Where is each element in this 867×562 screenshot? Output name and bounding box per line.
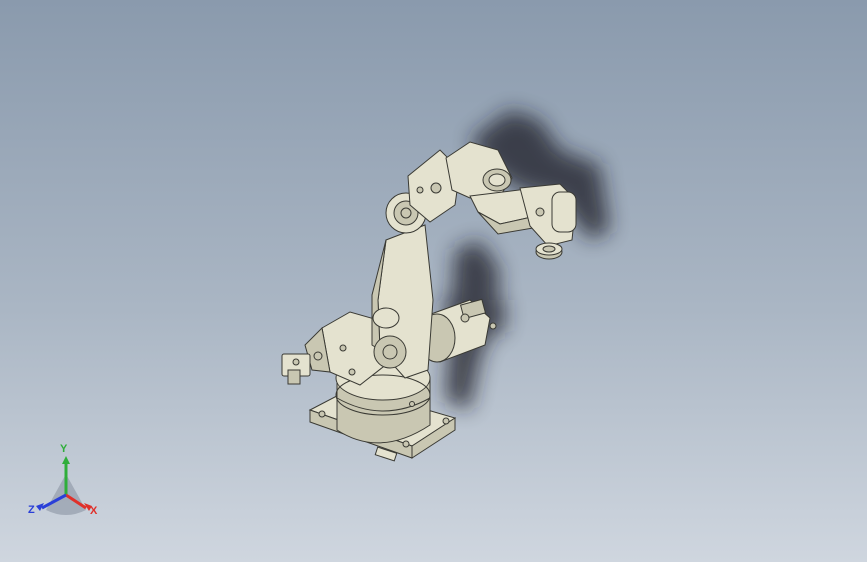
- lower-arm[interactable]: [371, 224, 434, 379]
- coordinate-triad: Y X Z: [22, 444, 112, 528]
- robot-arm-model[interactable]: [0, 0, 867, 562]
- x-axis-label: X: [90, 505, 98, 517]
- y-axis-label: Y: [60, 443, 68, 455]
- wrist[interactable]: [519, 183, 577, 260]
- y-arrowhead-icon: [62, 456, 70, 464]
- triad-graphic: [36, 456, 92, 515]
- model-viewport[interactable]: Y X Z: [0, 0, 867, 562]
- z-axis-label: Z: [28, 504, 35, 516]
